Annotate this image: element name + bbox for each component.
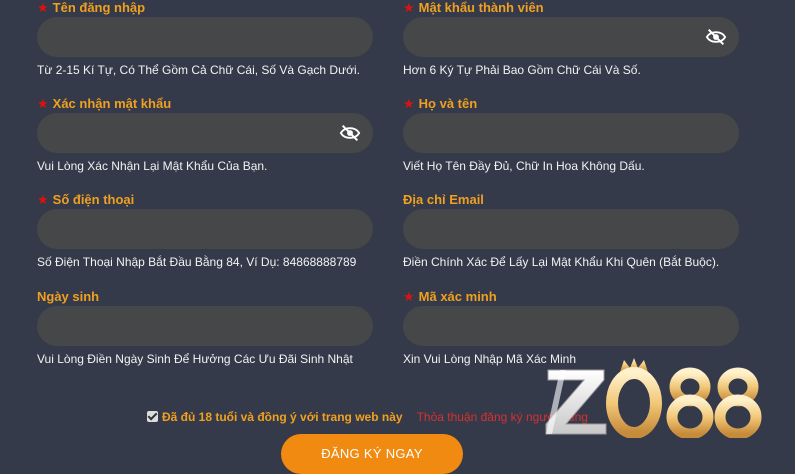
logo-digits-88: [666, 367, 762, 438]
username-hint: Từ 2-15 Kí Tự, Có Thể Gồm Cả Chữ Cái, Số…: [37, 63, 361, 77]
required-star-icon: ★: [403, 0, 415, 15]
username-input[interactable]: [37, 17, 373, 57]
phone-label: ★ Số điện thoại: [37, 192, 135, 207]
required-star-icon: ★: [403, 96, 415, 111]
birthday-input[interactable]: [37, 306, 373, 346]
confirm-password-hint: Vui Lòng Xác Nhận Lại Mật Khẩu Của Bạn.: [37, 159, 268, 173]
email-label: Địa chỉ Email: [403, 192, 484, 207]
confirm-password-label: ★ Xác nhận mật khẩu: [37, 96, 172, 111]
password-input[interactable]: [403, 17, 739, 57]
email-hint: Điền Chính Xác Để Lấy Lại Mật Khẩu Khi Q…: [403, 255, 720, 269]
zo88-logo: [545, 358, 762, 438]
eye-slash-icon[interactable]: [705, 27, 727, 47]
eye-slash-icon[interactable]: [339, 123, 361, 143]
required-star-icon: ★: [37, 192, 49, 207]
birthday-hint: Vui Lòng Điền Ngày Sinh Để Hưởng Các Ưu …: [37, 352, 353, 366]
logo-letter-o: [606, 367, 662, 438]
phone-input[interactable]: [37, 209, 373, 249]
birthday-label: Ngày sinh: [37, 289, 100, 304]
fullname-input[interactable]: [403, 113, 739, 153]
register-button[interactable]: ĐĂNG KÝ NGAY: [281, 434, 463, 474]
verification-code-label: ★ Mã xác minh: [403, 289, 497, 304]
logo-letter-z: [545, 369, 607, 435]
verification-code-input[interactable]: [403, 306, 739, 346]
agreement-row: Đã đủ 18 tuổi và đồng ý với trang web nà…: [147, 409, 588, 425]
username-label: ★ Tên đăng nhập: [37, 0, 146, 15]
confirm-password-input[interactable]: [37, 113, 373, 153]
fullname-hint: Viết Họ Tên Đầy Đủ, Chữ In Hoa Không Dấu…: [403, 159, 645, 173]
phone-hint: Số Điện Thoại Nhập Bắt Đầu Bằng 84, Ví D…: [37, 255, 357, 269]
agree-label: Đã đủ 18 tuổi và đồng ý với trang web nà…: [162, 410, 403, 424]
required-star-icon: ★: [403, 289, 415, 304]
email-input[interactable]: [403, 209, 739, 249]
required-star-icon: ★: [37, 96, 49, 111]
required-star-icon: ★: [37, 0, 49, 15]
agree-checkbox[interactable]: [147, 411, 158, 422]
password-hint: Hơn 6 Ký Tự Phải Bao Gồm Chữ Cái Và Số.: [403, 63, 641, 77]
password-label: ★ Mật khẩu thành viên: [403, 0, 544, 15]
fullname-label: ★ Họ và tên: [403, 96, 478, 111]
